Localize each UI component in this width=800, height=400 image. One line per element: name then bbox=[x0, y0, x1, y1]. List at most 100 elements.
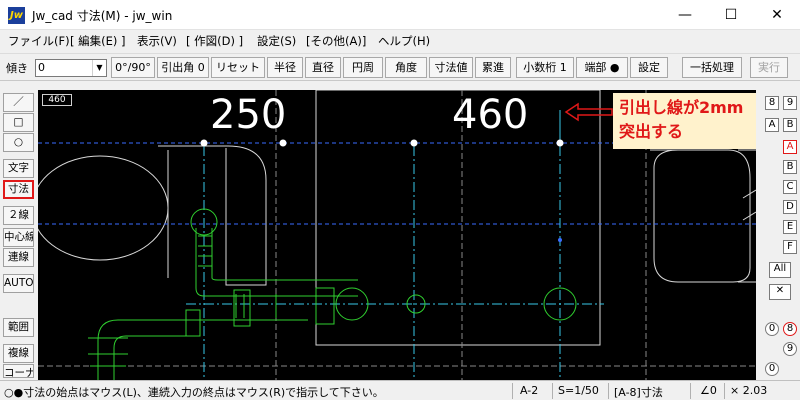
paper-size-indicator[interactable]: A-2 bbox=[520, 384, 538, 397]
menu-draw[interactable]: [ 作図(D) ] bbox=[186, 33, 243, 49]
layer-button-f[interactable]: F bbox=[783, 240, 797, 254]
center-mark bbox=[558, 238, 562, 242]
layer-group-button[interactable]: 8 bbox=[765, 96, 779, 110]
menu-help[interactable]: ヘルプ(H) bbox=[378, 33, 430, 49]
angle-input[interactable]: 0 ▼ bbox=[35, 59, 107, 77]
range-tool[interactable]: 範囲 bbox=[3, 318, 34, 337]
chevron-down-icon[interactable]: ▼ bbox=[92, 60, 106, 76]
layer-button-c[interactable]: C bbox=[783, 180, 797, 194]
circle-tool[interactable]: ○ bbox=[3, 133, 34, 152]
jw-app-icon: Jw bbox=[8, 7, 25, 24]
minimize-button[interactable]: — bbox=[662, 0, 708, 30]
maximize-button[interactable]: ☐ bbox=[708, 0, 754, 30]
status-divider bbox=[724, 383, 725, 399]
polyline-tool[interactable]: 連線 bbox=[3, 248, 34, 267]
offset-tool[interactable]: 複線 bbox=[3, 344, 34, 363]
menu-bar: ファイル(F) [ 編集(E) ] 表示(V) [ 作図(D) ] 設定(S) … bbox=[0, 30, 800, 52]
dimension-point-4 bbox=[556, 139, 564, 147]
dimension-point-3 bbox=[410, 139, 418, 147]
pipe-run-upper bbox=[195, 228, 358, 297]
status-message: ○●寸法の始点はマウス(L)、連続入力の終点はマウス(R)で指示して下さい。 bbox=[4, 386, 384, 399]
corner-tool[interactable]: コーナー bbox=[3, 364, 34, 378]
angle-label: 傾き bbox=[6, 62, 28, 75]
angle-indicator[interactable]: ∠0 bbox=[700, 384, 717, 397]
scale-indicator[interactable]: S=1/50 bbox=[558, 384, 599, 397]
menu-settings[interactable]: 設定(S) bbox=[257, 33, 296, 49]
layer-indicator: 460 bbox=[42, 94, 72, 106]
menu-file[interactable]: ファイル(F) bbox=[8, 33, 70, 49]
zoom-indicator[interactable]: × 2.03 bbox=[730, 384, 767, 397]
dimension-tool[interactable]: 寸法 bbox=[3, 180, 34, 199]
right-fixture-outline bbox=[650, 149, 751, 283]
extension-lines bbox=[186, 110, 604, 380]
pipe-fitting-1 bbox=[185, 309, 201, 337]
text-tool[interactable]: 文字 bbox=[3, 159, 34, 178]
layer-group-button-8[interactable]: 8 bbox=[783, 322, 797, 336]
pipe-fitting-lower bbox=[88, 337, 128, 367]
radius-button[interactable]: 半径 bbox=[267, 57, 303, 78]
callout-line-1: 引出し線が2mm bbox=[619, 98, 744, 117]
reset-button[interactable]: リセット bbox=[211, 57, 265, 78]
window-title: Jw_cad 寸法(M) - jw_win bbox=[32, 9, 173, 23]
title-bar: Jw Jw_cad 寸法(M) - jw_win — ☐ ✕ bbox=[0, 0, 800, 30]
annotation-callout: 引出し線が2mm 突出する bbox=[613, 93, 756, 149]
layer-button-e[interactable]: E bbox=[783, 220, 797, 234]
layer-button-b[interactable]: B bbox=[783, 160, 797, 174]
status-divider bbox=[690, 383, 691, 399]
status-bar: ○●寸法の始点はマウス(L)、連続入力の終点はマウス(R)で指示して下さい。 A… bbox=[0, 380, 800, 400]
double-line-tool[interactable]: ２線 bbox=[3, 206, 34, 225]
all-layers-button[interactable]: All bbox=[769, 262, 791, 278]
drawing-canvas[interactable]: 460 250 460 引出し線が2mm 突出する bbox=[38, 90, 756, 380]
left-toolbox: ／ □ ○ 文字 寸法 ２線 中心線 連線 AUTO 範囲 複線 コーナー bbox=[0, 90, 36, 380]
callout-arrow-icon bbox=[564, 102, 613, 122]
layer-group-button-extra[interactable]: 0 bbox=[765, 362, 779, 376]
close-button[interactable]: ✕ bbox=[754, 0, 800, 30]
decimal-places-button[interactable]: 小数桁 1 bbox=[516, 57, 574, 78]
line-tool[interactable]: ／ bbox=[3, 93, 34, 112]
close-icon[interactable]: ✕ bbox=[769, 284, 791, 300]
cumulative-button[interactable]: 累進 bbox=[475, 57, 511, 78]
status-divider bbox=[552, 383, 553, 399]
layer-button-a-active[interactable]: A bbox=[783, 140, 797, 154]
dimension-lines bbox=[38, 142, 756, 225]
layer-button-d[interactable]: D bbox=[783, 200, 797, 214]
auto-tool[interactable]: AUTO bbox=[3, 274, 34, 293]
status-divider bbox=[608, 383, 609, 399]
diameter-button[interactable]: 直径 bbox=[305, 57, 341, 78]
end-mark-button[interactable]: 端部 ● bbox=[576, 57, 628, 78]
pipe-fitting-3 bbox=[315, 287, 335, 325]
menu-edit[interactable]: [ 編集(E) ] bbox=[70, 33, 126, 49]
layer-button-9[interactable]: A bbox=[765, 118, 779, 132]
application-window: Jw Jw_cad 寸法(M) - jw_win — ☐ ✕ ファイル(F) [… bbox=[0, 0, 800, 400]
dimension-point-2 bbox=[279, 139, 287, 147]
callout-arrow-shape bbox=[564, 102, 613, 122]
angle-0-90-button[interactable]: 0°/90° bbox=[111, 57, 155, 78]
menu-other[interactable]: [その他(A)] bbox=[306, 33, 366, 49]
layer-indicator-status[interactable]: [A-8]寸法 bbox=[614, 384, 663, 400]
layer-group-button-9[interactable]: 9 bbox=[783, 342, 797, 356]
circumference-button[interactable]: 円周 bbox=[343, 57, 383, 78]
execute-button[interactable]: 実行 bbox=[750, 57, 788, 78]
menu-view[interactable]: 表示(V) bbox=[137, 33, 177, 49]
rectangle-tool[interactable]: □ bbox=[3, 113, 34, 132]
batch-process-button[interactable]: 一括処理 bbox=[682, 57, 742, 78]
angle-value: 0 bbox=[38, 61, 45, 74]
left-fixture-bowl bbox=[38, 155, 169, 261]
dimension-point-1 bbox=[200, 139, 208, 147]
layer-button-8[interactable]: 9 bbox=[783, 96, 797, 110]
leader-angle-button[interactable]: 引出角 0 bbox=[157, 57, 209, 78]
center-line-tool[interactable]: 中心線 bbox=[3, 228, 34, 247]
settings-button[interactable]: 設定 bbox=[630, 57, 668, 78]
pipe-hatch-vertical bbox=[198, 235, 212, 267]
right-layer-panel: 8 9 A B A B C D E F All ✕ 0 8 9 0 bbox=[757, 90, 800, 380]
callout-line-2: 突出する bbox=[619, 122, 684, 141]
dimension-value-button[interactable]: 寸法値 bbox=[429, 57, 473, 78]
angle-button[interactable]: 角度 bbox=[385, 57, 427, 78]
layer-group-button-0[interactable]: 0 bbox=[765, 322, 779, 336]
status-divider bbox=[512, 383, 513, 399]
right-fixture-trim bbox=[738, 149, 756, 283]
layer-button-a[interactable]: B bbox=[783, 118, 797, 132]
pipe-joints bbox=[235, 294, 277, 318]
dimension-toolbar: 傾き 0 ▼ 0°/90° 引出角 0 リセット 半径 直径 円周 角度 寸法値… bbox=[0, 53, 800, 81]
piping bbox=[88, 208, 577, 380]
